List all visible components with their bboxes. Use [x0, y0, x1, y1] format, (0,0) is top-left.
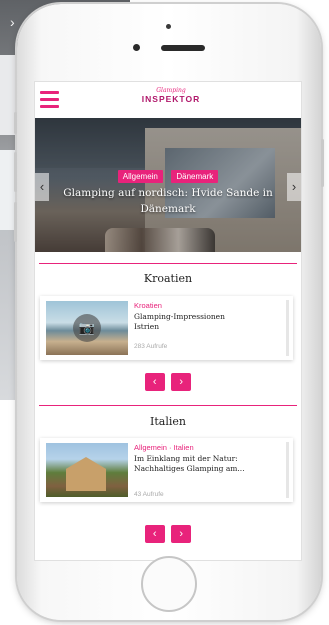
pager-prev-button[interactable]: ‹ — [144, 525, 165, 543]
article-views: 283 Aufrufe — [134, 343, 168, 350]
card-edge — [286, 300, 289, 356]
card-edge — [286, 442, 289, 498]
article-title[interactable]: Glamping-Impressionen Istrien — [134, 312, 244, 331]
menu-icon[interactable] — [40, 91, 59, 108]
pager-prev-button[interactable]: ‹ — [144, 373, 165, 391]
thumbnail-cabin — [66, 457, 106, 491]
article-category[interactable]: Kroatien — [134, 301, 162, 310]
article-views: 43 Aufrufe — [134, 491, 164, 498]
power-button — [321, 139, 324, 187]
hero-tags: Allgemein Dänemark — [35, 166, 301, 184]
article-thumbnail[interactable]: 📷 — [46, 301, 128, 355]
article-card[interactable]: Allgemein · Italien Im Einklang mit der … — [40, 438, 293, 502]
front-camera — [133, 44, 140, 51]
chevron-right-icon[interactable]: › — [287, 173, 301, 201]
section-divider — [39, 405, 297, 406]
volume-down-button — [14, 202, 17, 242]
proximity-sensor — [166, 24, 171, 29]
pager-next-button[interactable]: › — [171, 525, 192, 543]
section-pager: ‹ › — [35, 372, 301, 391]
section-title: Italien — [150, 415, 186, 428]
article-card[interactable]: 📷 Kroatien Glamping-Impressionen Istrien… — [40, 296, 293, 360]
camera-icon: 📷 — [73, 314, 101, 342]
hero-tag[interactable]: Dänemark — [171, 170, 219, 183]
section-title: Kroatien — [143, 272, 193, 285]
article-thumbnail[interactable] — [46, 443, 128, 497]
chevron-left-icon[interactable]: ‹ — [35, 173, 49, 201]
phone-frame: Glamping INSPEKTOR Allgemein Dänemark Gl… — [14, 4, 324, 620]
hero-slider[interactable]: Allgemein Dänemark Glamping auf nordisch… — [35, 118, 301, 252]
article-category[interactable]: Allgemein · Italien — [134, 443, 194, 452]
logo-script-text: Glamping — [156, 87, 186, 94]
home-button[interactable] — [141, 556, 197, 612]
section-divider — [39, 263, 297, 264]
article-title[interactable]: Im Einklang mit der Natur: Nachhaltiges … — [134, 454, 250, 473]
background-chevron-icon: › — [10, 14, 15, 30]
top-bar: Glamping INSPEKTOR — [35, 82, 301, 118]
phone-screen: Glamping INSPEKTOR Allgemein Dänemark Gl… — [34, 81, 302, 561]
hero-title[interactable]: Glamping auf nordisch: Hvide Sande in Dä… — [55, 185, 281, 217]
mute-switch — [14, 112, 17, 134]
pager-next-button[interactable]: › — [171, 373, 192, 391]
logo-main-text: INSPEKTOR — [141, 94, 201, 104]
site-logo[interactable]: Glamping INSPEKTOR — [140, 87, 202, 104]
volume-up-button — [14, 152, 17, 192]
earpiece-speaker — [161, 45, 205, 51]
hero-tag[interactable]: Allgemein — [117, 170, 163, 183]
section-pager: ‹ › — [35, 524, 301, 543]
